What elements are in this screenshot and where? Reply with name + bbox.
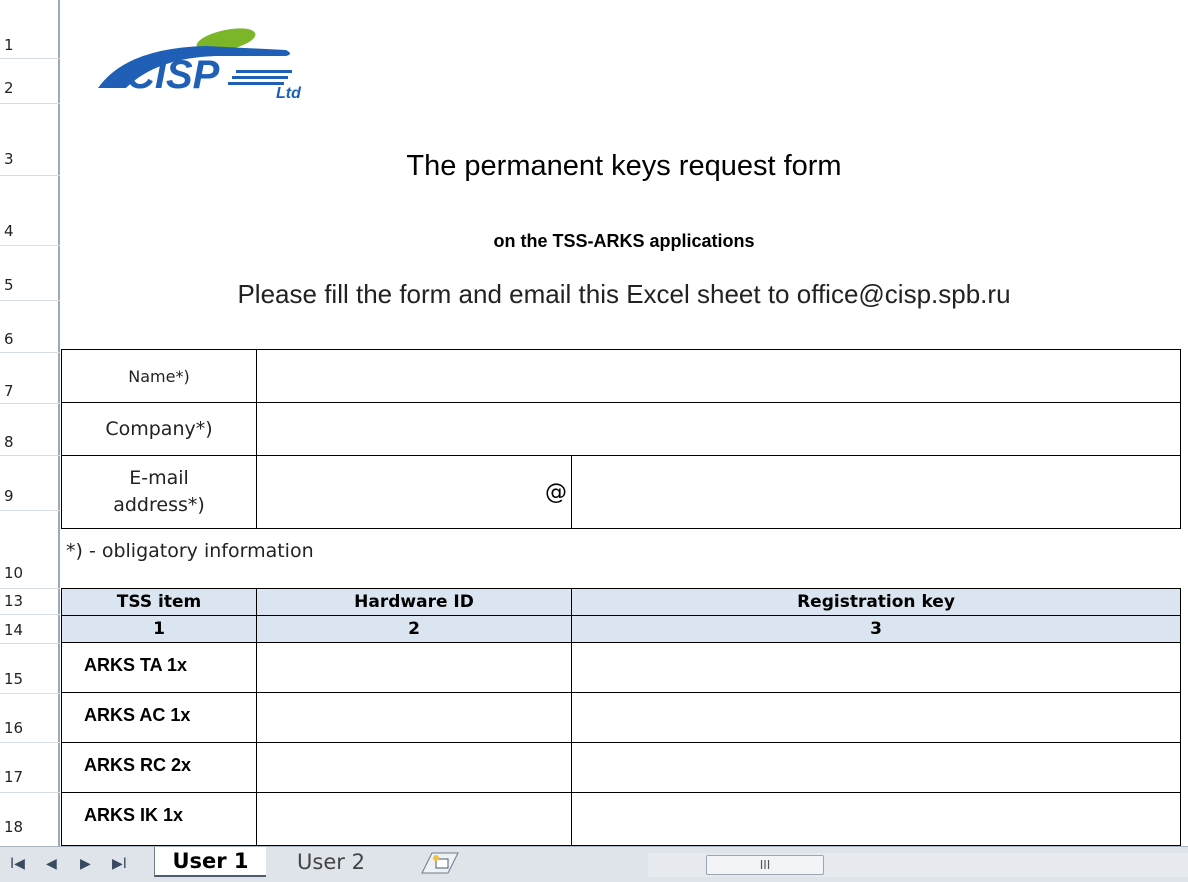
row-number[interactable]: 3	[4, 150, 56, 168]
row-number[interactable]: 10	[4, 564, 56, 582]
form-subtitle: on the TSS-ARKS applications	[493, 231, 755, 251]
row-number[interactable]: 15	[4, 670, 56, 688]
row-number[interactable]: 17	[4, 768, 56, 786]
row-header-column: 1 2 3 4 5 6 7 8 9 10 13 14 15 16 17 18	[0, 0, 60, 846]
sheet-tab-user-2[interactable]: User 2	[276, 847, 386, 877]
at-sign: @	[545, 479, 567, 505]
tss-item-cell: ARKS AC 1x	[61, 692, 257, 743]
company-label: Company*)	[61, 402, 257, 456]
email-label: E-mail address*)	[61, 455, 257, 529]
tss-item-cell: ARKS IK 1x	[61, 792, 257, 846]
col-number: 2	[256, 615, 572, 643]
form-title: The permanent keys request form	[406, 150, 842, 182]
hardware-id-cell[interactable]	[256, 742, 572, 793]
row-number[interactable]: 7	[4, 382, 56, 400]
row-number[interactable]: 6	[4, 330, 56, 348]
sheet-tab-user-1[interactable]: User 1	[154, 847, 266, 877]
row-number[interactable]: 1	[4, 36, 56, 54]
last-sheet-button[interactable]: ▶I	[112, 856, 127, 872]
tss-item-cell: ARKS RC 2x	[61, 742, 257, 793]
name-label: Name*)	[61, 349, 257, 403]
registration-key-cell[interactable]	[571, 692, 1181, 743]
prev-sheet-button[interactable]: ◀	[46, 856, 57, 872]
horizontal-scrollbar[interactable]: III	[648, 853, 1188, 877]
registration-key-cell[interactable]	[571, 642, 1181, 693]
name-input-cell[interactable]	[256, 349, 1181, 403]
email-label-line2: address*)	[113, 494, 205, 516]
header-registration-key: Registration key	[571, 588, 1181, 616]
row-number[interactable]: 4	[4, 222, 56, 240]
header-hardware-id: Hardware ID	[256, 588, 572, 616]
row-number[interactable]: 14	[4, 621, 56, 639]
col-number: 3	[571, 615, 1181, 643]
svg-text:Ltd: Ltd	[276, 85, 302, 102]
first-sheet-button[interactable]: I◀	[10, 856, 25, 872]
insert-sheet-icon[interactable]	[420, 851, 460, 875]
cisp-logo: CISP Ltd	[86, 18, 316, 108]
registration-key-cell[interactable]	[571, 792, 1181, 846]
row-number[interactable]: 18	[4, 818, 56, 836]
company-input-cell[interactable]	[256, 402, 1181, 456]
header-tss-item: TSS item	[61, 588, 257, 616]
row-number[interactable]: 8	[4, 433, 56, 451]
row-number[interactable]: 5	[4, 276, 56, 294]
email-label-line1: E-mail	[129, 467, 189, 489]
email-domain-input-cell[interactable]	[571, 455, 1181, 529]
hardware-id-cell[interactable]	[256, 792, 572, 846]
hardware-id-cell[interactable]	[256, 692, 572, 743]
hardware-id-cell[interactable]	[256, 642, 572, 693]
svg-text:CISP: CISP	[126, 53, 220, 97]
row-number[interactable]: 16	[4, 719, 56, 737]
registration-key-cell[interactable]	[571, 742, 1181, 793]
obligatory-note: *) - obligatory information	[66, 540, 314, 562]
scroll-thumb[interactable]: III	[706, 855, 824, 875]
sheet-tab-bar: I◀ ◀ ▶ ▶I User 1 User 2 III	[0, 846, 1188, 882]
row-number[interactable]: 2	[4, 79, 56, 97]
col-number: 1	[61, 615, 257, 643]
row-number[interactable]: 13	[4, 592, 56, 610]
row-number[interactable]: 9	[4, 487, 56, 505]
next-sheet-button[interactable]: ▶	[80, 856, 91, 872]
email-local-input-cell[interactable]: @	[256, 455, 572, 529]
form-instruction: Please fill the form and email this Exce…	[237, 279, 1011, 309]
tss-item-cell: ARKS TA 1x	[61, 642, 257, 693]
